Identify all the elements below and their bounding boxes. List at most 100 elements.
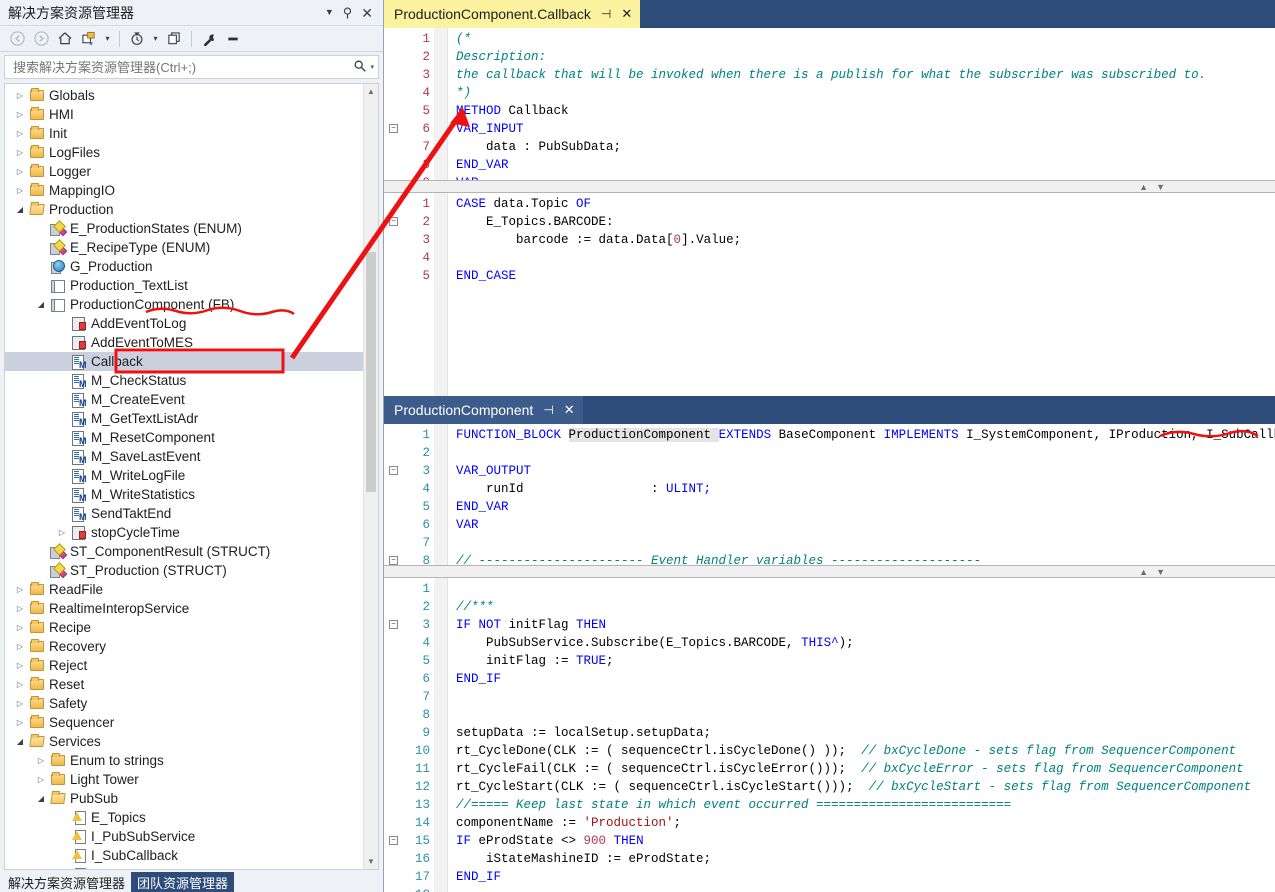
pending-changes-caret-icon[interactable]: ▾	[150, 29, 161, 49]
expander-collapsed-icon[interactable]: ▷	[13, 585, 27, 594]
bottom-tab-solution-explorer[interactable]: 解决方案资源管理器	[2, 872, 131, 892]
code-line[interactable]: // ---------------------- Event Handler …	[456, 552, 1275, 565]
code-line[interactable]: Description:	[456, 48, 1275, 66]
tree-item[interactable]: ▷ Safety	[5, 694, 363, 713]
fold-column-4[interactable]: −−−−	[384, 578, 404, 892]
tree-item[interactable]: ▷ stopCycleTime	[5, 523, 363, 542]
tab-pin-icon-2[interactable]: ⊣	[543, 403, 553, 417]
tree-item[interactable]: I_SubCallback	[5, 846, 363, 865]
horizontal-splitter-2[interactable]: ▲ ▼	[384, 565, 1275, 578]
expander-expanded-icon[interactable]: ◢	[13, 737, 27, 746]
expander-collapsed-icon[interactable]: ▷	[13, 110, 27, 119]
tree-item[interactable]: G_Production	[5, 257, 363, 276]
tree-item[interactable]: KeyAndValue	[5, 865, 363, 869]
fold-column-1[interactable]: −	[384, 28, 404, 180]
code-line[interactable]: rt_CycleFail(CLK := ( sequenceCtrl.isCyc…	[456, 760, 1275, 778]
expander-collapsed-icon[interactable]: ▷	[13, 167, 27, 176]
tree-item[interactable]: ▷ RealtimeInteropService	[5, 599, 363, 618]
code-line[interactable]: runId : ULINT;	[456, 480, 1275, 498]
code-line[interactable]	[456, 534, 1275, 552]
tree-item[interactable]: ▷ Reset	[5, 675, 363, 694]
tree-item[interactable]: M_WriteStatistics	[5, 485, 363, 504]
code-line[interactable]: PubSubService.Subscribe(E_Topics.BARCODE…	[456, 634, 1275, 652]
expander-collapsed-icon[interactable]: ▷	[13, 680, 27, 689]
code-line[interactable]: (*	[456, 30, 1275, 48]
search-input[interactable]	[11, 58, 352, 76]
tree-item[interactable]: Callback	[5, 352, 363, 371]
code-line[interactable]: the callback that will be invoked when t…	[456, 66, 1275, 84]
expander-collapsed-icon[interactable]: ▷	[13, 623, 27, 632]
splitter-up-arrow-icon-2[interactable]: ▲	[1139, 567, 1148, 577]
code-line[interactable]: END_VAR	[456, 156, 1275, 174]
code-line[interactable]: componentName := 'Production';	[456, 814, 1275, 832]
tree-item[interactable]: ▷ Init	[5, 124, 363, 143]
expander-collapsed-icon[interactable]: ▷	[13, 91, 27, 100]
code-text-2[interactable]: CASE data.Topic OF E_Topics.BARCODE: bar…	[448, 193, 1275, 396]
tree-item[interactable]: ◢ Services	[5, 732, 363, 751]
code-line[interactable]: END_IF	[456, 868, 1275, 886]
code-line[interactable]: initFlag := TRUE;	[456, 652, 1275, 670]
code-line[interactable]: METHOD Callback	[456, 102, 1275, 120]
expander-collapsed-icon[interactable]: ▷	[13, 661, 27, 670]
tree-vertical-scrollbar[interactable]: ▲ ▼	[363, 84, 378, 869]
expander-collapsed-icon[interactable]: ▷	[13, 148, 27, 157]
fold-toggle-icon[interactable]: −	[389, 466, 398, 475]
code-line[interactable]: iStateMashineID := eProdState;	[456, 850, 1275, 868]
code-line[interactable]: IF eProdState <> 900 THEN	[456, 832, 1275, 850]
declaration-editor-callback[interactable]: − 123456789 (*Description:the callback t…	[384, 28, 1275, 180]
tree-item[interactable]: Production_TextList	[5, 276, 363, 295]
expander-expanded-icon[interactable]: ◢	[34, 794, 48, 803]
implementation-editor-production-component[interactable]: −−−− 1234567891011121314151617181920 //*…	[384, 578, 1275, 892]
back-icon[interactable]	[6, 29, 28, 49]
tree-item[interactable]: ◢ ProductionComponent (FB)	[5, 295, 363, 314]
solution-tree[interactable]: ▷ Globals ▷ HMI ▷ Init ▷ LogFiles ▷ Logger ▷ Mappin…	[5, 84, 363, 869]
tree-item[interactable]: E_Topics	[5, 808, 363, 827]
tree-item[interactable]: ▷ Enum to strings	[5, 751, 363, 770]
code-line[interactable]: CASE data.Topic OF	[456, 195, 1275, 213]
tree-item[interactable]: E_RecipeType (ENUM)	[5, 238, 363, 257]
fold-toggle-icon[interactable]: −	[389, 124, 398, 133]
code-line[interactable]: setupData := localSetup.setupData;	[456, 724, 1275, 742]
tree-item[interactable]: ▷ HMI	[5, 105, 363, 124]
collapse-all-icon[interactable]	[222, 29, 244, 49]
tree-item[interactable]: SendTaktEnd	[5, 504, 363, 523]
splitter-up-arrow-icon[interactable]: ▲	[1139, 182, 1148, 192]
splitter-down-arrow-icon-2[interactable]: ▼	[1156, 567, 1165, 577]
code-line[interactable]	[456, 444, 1275, 462]
tree-item[interactable]: AddEventToLog	[5, 314, 363, 333]
code-line[interactable]	[456, 706, 1275, 724]
fold-column-2[interactable]: −	[384, 193, 404, 396]
sync-with-active-document-icon[interactable]	[78, 29, 100, 49]
declaration-editor-production-component[interactable]: − − 12345678 FUNCTION_BLOCK ProductionCom…	[384, 424, 1275, 565]
tree-item[interactable]: ▷ MappingIO	[5, 181, 363, 200]
code-line[interactable]	[456, 886, 1275, 892]
tab-close-icon[interactable]: ✕	[621, 6, 632, 22]
scroll-down-arrow-icon[interactable]: ▼	[364, 854, 378, 869]
expander-collapsed-icon[interactable]: ▷	[34, 775, 48, 784]
code-line[interactable]: rt_CycleDone(CLK := ( sequenceCtrl.isCyc…	[456, 742, 1275, 760]
expander-collapsed-icon[interactable]: ▷	[34, 756, 48, 765]
code-line[interactable]: //===== Keep last state in which event o…	[456, 796, 1275, 814]
search-options-caret-icon[interactable]: ▾	[370, 63, 374, 71]
tree-item[interactable]: ▷ ReadFile	[5, 580, 363, 599]
code-line[interactable]: END_VAR	[456, 498, 1275, 516]
fold-toggle-icon[interactable]: −	[389, 556, 398, 565]
code-line[interactable]: FUNCTION_BLOCK ProductionComponent EXTEN…	[456, 426, 1275, 444]
expander-collapsed-icon[interactable]: ▷	[13, 718, 27, 727]
splitter-down-arrow-icon[interactable]: ▼	[1156, 182, 1165, 192]
tree-item[interactable]: ◢ PubSub	[5, 789, 363, 808]
tree-item[interactable]: ▷ Recipe	[5, 618, 363, 637]
code-line[interactable]: E_Topics.BARCODE:	[456, 213, 1275, 231]
bottom-tab-team-explorer[interactable]: 团队资源管理器	[131, 872, 235, 892]
implementation-editor-callback[interactable]: − 1 2 3 4 5 CASE data.Topic OF E_Topics.BARC…	[384, 193, 1275, 396]
tree-item[interactable]: M_CreateEvent	[5, 390, 363, 409]
code-text-3[interactable]: FUNCTION_BLOCK ProductionComponent EXTEN…	[448, 424, 1275, 565]
tree-item[interactable]: ▷ Logger	[5, 162, 363, 181]
horizontal-splitter-1[interactable]: ▲ ▼	[384, 180, 1275, 193]
fold-toggle-icon[interactable]: −	[389, 836, 398, 845]
expander-collapsed-icon[interactable]: ▷	[13, 604, 27, 613]
code-text-1[interactable]: (* Description: the callback that will be …	[448, 28, 1275, 180]
tree-item[interactable]: ▷ LogFiles	[5, 143, 363, 162]
sync-caret-icon[interactable]: ▾	[102, 29, 113, 49]
expander-collapsed-icon[interactable]: ▷	[13, 699, 27, 708]
